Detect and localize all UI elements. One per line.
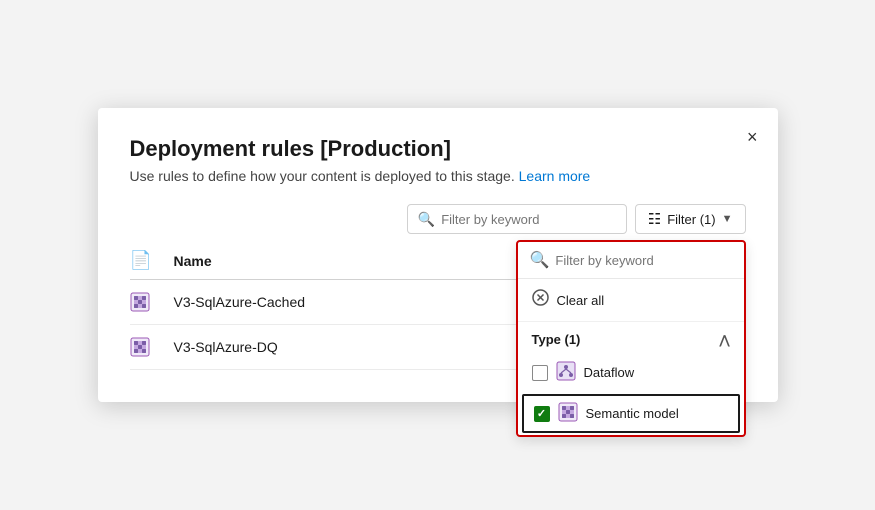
dropdown-search-row[interactable]: 🔍 (518, 242, 744, 279)
filter-button[interactable]: ☷ Filter (1) ▼ (635, 204, 746, 234)
dataflow-icon (556, 361, 576, 384)
semantic-model-label: Semantic model (586, 406, 679, 421)
search-icon: 🔍 (418, 211, 435, 228)
semantic-model-checkbox[interactable] (534, 406, 550, 422)
dropdown-search-input[interactable] (555, 253, 731, 268)
dataflow-label: Dataflow (584, 365, 635, 380)
filter-item-dataflow[interactable]: Dataflow (518, 353, 744, 392)
dataflow-checkbox[interactable] (532, 365, 548, 381)
filter-lines-icon: ☷ (648, 210, 661, 228)
type-section-header[interactable]: Type (1) ⋀ (518, 322, 744, 353)
close-button[interactable]: × (747, 128, 758, 146)
dialog-title: Deployment rules [Production] (130, 136, 746, 162)
keyword-search-box[interactable]: 🔍 (407, 204, 627, 234)
filter-label: Filter (1) (667, 212, 715, 227)
deployment-rules-dialog: × Deployment rules [Production] Use rule… (98, 108, 778, 402)
type-collapse-icon: ⋀ (720, 333, 730, 347)
type-section-label: Type (1) (532, 332, 581, 347)
clear-all-icon (532, 289, 549, 311)
clear-all-label: Clear all (557, 293, 605, 308)
document-icon: 📄 (130, 250, 152, 270)
row-icon-col (130, 292, 174, 312)
dialog-subtitle: Use rules to define how your content is … (130, 168, 746, 184)
dropdown-search-icon: 🔍 (530, 250, 550, 270)
clear-all-button[interactable]: Clear all (518, 279, 744, 322)
learn-more-link[interactable]: Learn more (519, 168, 591, 184)
filter-item-semantic-model[interactable]: Semantic model (522, 394, 740, 433)
chevron-down-icon: ▼ (722, 213, 733, 225)
search-input[interactable] (441, 212, 616, 227)
toolbar-row: 🔍 ☷ Filter (1) ▼ 🔍 (130, 204, 746, 234)
row-icon-col (130, 337, 174, 357)
header-icon-col: 📄 (130, 250, 174, 271)
semantic-model-icon (558, 402, 578, 425)
filter-dropdown-panel: 🔍 Clear all (516, 240, 746, 437)
